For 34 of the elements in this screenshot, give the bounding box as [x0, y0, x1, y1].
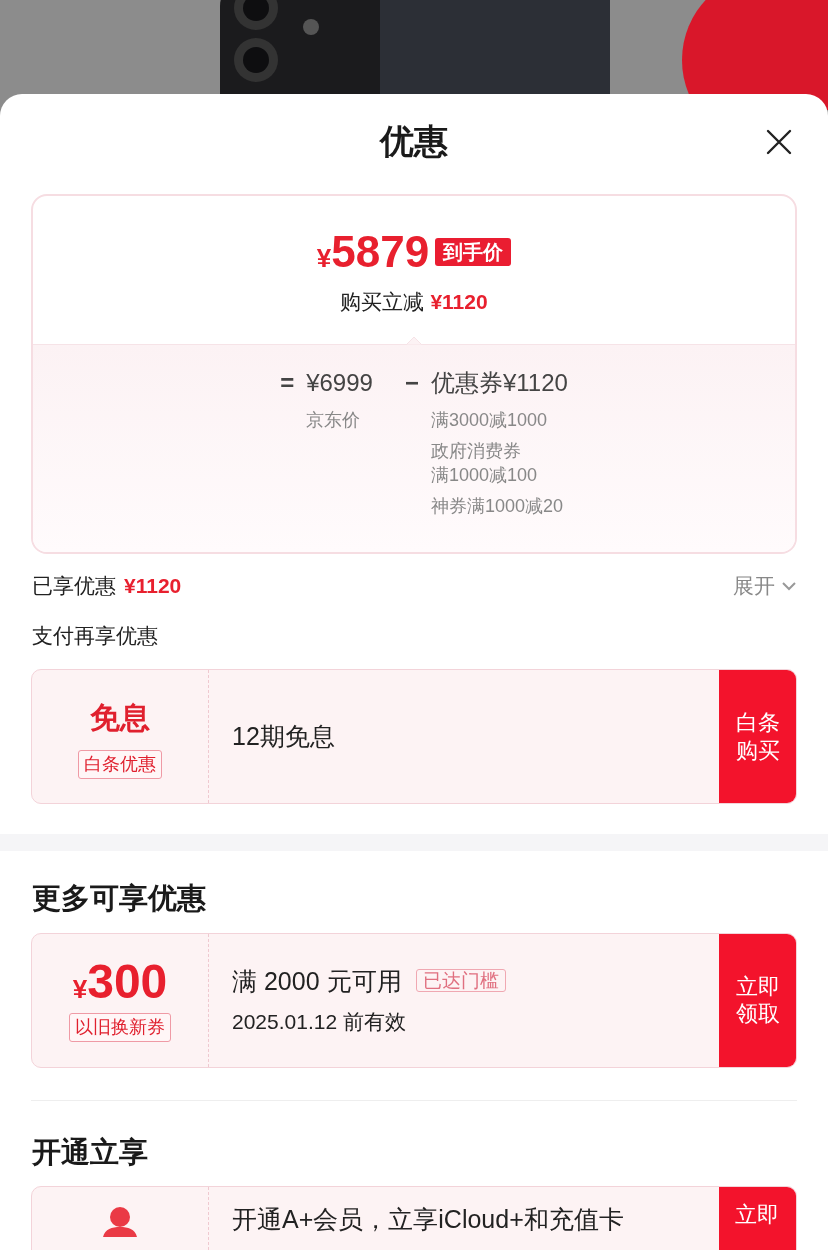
saving-label: 购买立减 — [340, 290, 425, 313]
coupon-total: 优惠券¥1120 — [430, 368, 568, 398]
action-button[interactable]: 白条购买 — [719, 670, 796, 803]
enjoyed-amount: ¥1120 — [124, 574, 182, 597]
coupon-detail: 满3000减1000 — [430, 409, 548, 432]
base-price-label: 京东价 — [306, 409, 362, 432]
section-heading: 开通立享 — [32, 1134, 149, 1170]
coupon-detail: 政府消费券 — [430, 440, 522, 464]
enjoyed-label: 已享优惠 — [32, 574, 116, 597]
threshold-badge: 已达门槛 — [415, 968, 506, 992]
offer-tag: 白条优惠 — [78, 749, 162, 779]
minus-sign: − — [403, 368, 419, 398]
price-tag: 到手价 — [435, 238, 512, 266]
coupon-validity: 2025.01.12 前有效 — [232, 1009, 407, 1035]
coupon-amount: ¥300 — [72, 958, 168, 1009]
coupon-detail: 满1000减100 — [430, 463, 538, 487]
offer-headline: 免息 — [90, 699, 150, 736]
saving-amount: ¥1120 — [430, 290, 488, 313]
section-label: 支付再享优惠 — [32, 622, 159, 649]
base-price: ¥6999 — [306, 368, 373, 398]
offer-description: 12期免息 — [232, 720, 336, 752]
close-icon[interactable] — [766, 129, 792, 155]
section-heading: 更多可享优惠 — [32, 881, 207, 916]
coupon-tag: 以旧换新券 — [69, 1013, 171, 1042]
coupon-detail: 神券满1000减20 — [430, 495, 564, 519]
user-icon — [103, 1207, 137, 1237]
offer-description: 开通A+会员，立享iCloud+和充值卡 — [232, 1204, 625, 1235]
action-button[interactable]: 立即 — [719, 1187, 796, 1250]
expand-toggle[interactable]: 展开 — [733, 570, 797, 602]
price-text: ¥5879 — [316, 230, 430, 274]
coupon-condition: 满 2000 元可用 — [232, 966, 402, 995]
equals-sign: = — [279, 368, 295, 398]
sheet-title: 优惠 — [380, 122, 448, 160]
action-button[interactable]: 立即领取 — [719, 933, 796, 1067]
